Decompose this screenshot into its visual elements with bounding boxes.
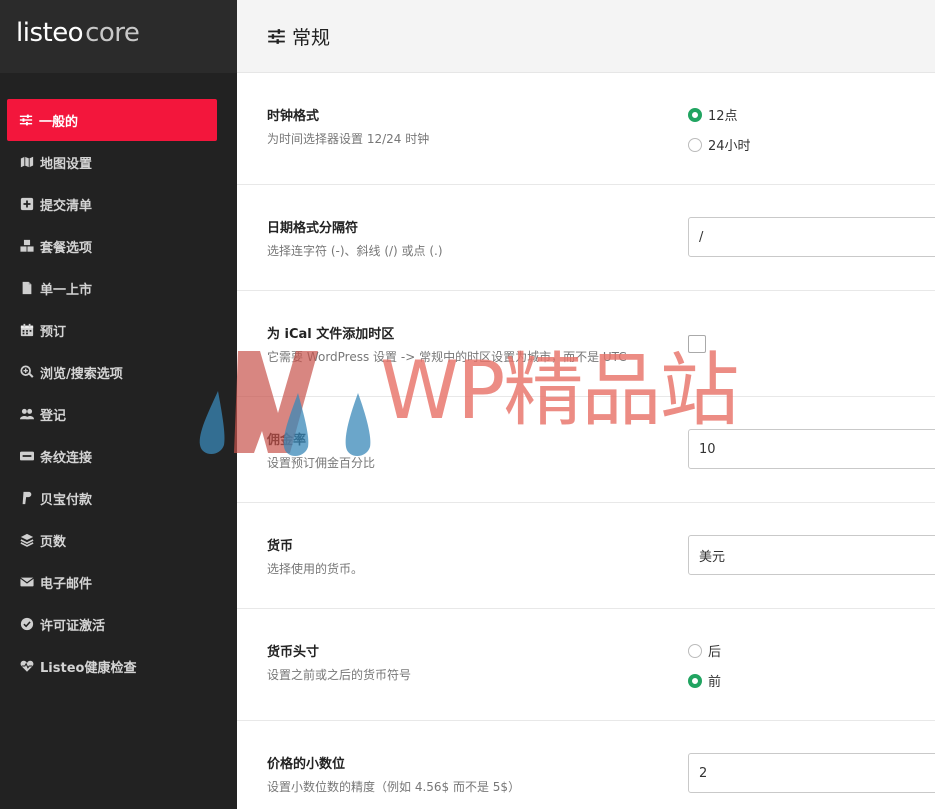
sidebar-item-label: 登记 xyxy=(40,408,67,424)
radio-24-hour[interactable]: 24小时 xyxy=(688,135,751,154)
sidebar-item-map-settings[interactable]: 地图设置 xyxy=(0,141,237,183)
sidebar-nav: 一般的 地图设置 提交清单 套餐选项 单一上市 预订 浏览/搜索选项 登记 条纹… xyxy=(0,99,237,687)
setting-currency-position: 货币头寸 设置之前或之后的货币符号 后 前 xyxy=(237,609,935,721)
plus-square-icon xyxy=(20,197,34,211)
sidebar-item-booking[interactable]: 预订 xyxy=(0,309,237,351)
radio-label: 后 xyxy=(708,645,722,660)
sidebar-item-label: 地图设置 xyxy=(40,156,93,172)
sidebar: listeocore 一般的 地图设置 提交清单 套餐选项 单一上市 预订 浏览… xyxy=(0,0,237,809)
sidebar-item-label: 提交清单 xyxy=(40,198,93,214)
layers-icon xyxy=(20,533,34,547)
cubes-icon xyxy=(20,239,34,253)
logo-bar: listeocore xyxy=(0,0,237,73)
setting-decimal-places: 价格的小数位 设置小数位数的精度（例如 4.56$ 而不是 5$） xyxy=(237,721,935,811)
sidebar-item-stripe-connect[interactable]: 条纹连接 xyxy=(0,435,237,477)
setting-label: 价格的小数位 xyxy=(267,757,346,772)
setting-currency: 货币 选择使用的货币。 xyxy=(237,503,935,609)
setting-description: 设置之前或之后的货币符号 xyxy=(267,668,412,682)
sidebar-item-general[interactable]: 一般的 xyxy=(7,99,217,141)
radio-currency-after[interactable]: 后 xyxy=(688,641,721,660)
sidebar-item-label: 预订 xyxy=(40,324,67,340)
sidebar-item-registration[interactable]: 登记 xyxy=(0,393,237,435)
sidebar-item-label: 单一上市 xyxy=(40,282,93,298)
check-circle-icon xyxy=(20,617,34,631)
commission-rate-input[interactable] xyxy=(688,429,935,469)
sidebar-item-label: 许可证激活 xyxy=(40,618,106,634)
setting-label: 时钟格式 xyxy=(267,109,320,124)
setting-ical-timezone: 为 iCal 文件添加时区 它需要 WordPress 设置 -> 常规中的时区… xyxy=(237,291,935,397)
logo[interactable]: listeocore xyxy=(16,18,140,48)
sidebar-item-paypal[interactable]: 贝宝付款 xyxy=(0,477,237,519)
sliders-icon xyxy=(19,113,33,127)
radio-label: 12点 xyxy=(708,109,738,124)
setting-clock-format: 时钟格式 为时间选择器设置 12/24 时钟 12点 24小时 xyxy=(237,73,935,185)
page-header: 常规 xyxy=(237,0,935,73)
sidebar-item-single-listing[interactable]: 单一上市 xyxy=(0,267,237,309)
sidebar-item-label: Listeo健康检查 xyxy=(40,660,137,676)
logo-primary: listeo xyxy=(16,18,84,48)
paypal-icon xyxy=(20,491,34,505)
radio-unchecked-indicator xyxy=(688,643,702,658)
sidebar-item-submit-listing[interactable]: 提交清单 xyxy=(0,183,237,225)
sidebar-item-health-check[interactable]: Listeo健康检查 xyxy=(0,645,237,687)
sidebar-item-browse-search[interactable]: 浏览/搜索选项 xyxy=(0,351,237,393)
envelope-icon xyxy=(20,575,34,589)
date-separator-input[interactable] xyxy=(688,217,935,257)
page-title-text: 常规 xyxy=(292,27,331,49)
setting-label: 佣金率 xyxy=(267,433,307,448)
sidebar-item-pages[interactable]: 页数 xyxy=(0,519,237,561)
setting-description: 选择连字符 (-)、斜线 (/) 或点 (.) xyxy=(267,244,443,258)
sidebar-item-label: 页数 xyxy=(40,534,67,550)
currency-select[interactable] xyxy=(688,535,935,575)
sidebar-item-email[interactable]: 电子邮件 xyxy=(0,561,237,603)
radio-checked-indicator xyxy=(688,107,702,122)
sidebar-item-label: 套餐选项 xyxy=(40,240,93,256)
calendar-icon xyxy=(20,323,34,337)
setting-date-separator: 日期格式分隔符 选择连字符 (-)、斜线 (/) 或点 (.) xyxy=(237,185,935,291)
sidebar-item-label: 一般的 xyxy=(39,114,79,130)
setting-description: 设置小数位数的精度（例如 4.56$ 而不是 5$） xyxy=(267,780,521,794)
users-icon xyxy=(20,407,34,421)
heartbeat-icon xyxy=(20,659,34,673)
setting-commission-rate: 佣金率 设置预订佣金百分比 xyxy=(237,397,935,503)
stripe-icon xyxy=(20,449,34,463)
setting-label: 货币头寸 xyxy=(267,645,320,660)
setting-label: 日期格式分隔符 xyxy=(267,221,359,236)
radio-12-hour[interactable]: 12点 xyxy=(688,105,738,124)
sidebar-item-license-activation[interactable]: 许可证激活 xyxy=(0,603,237,645)
setting-description: 它需要 WordPress 设置 -> 常规中的时区设置为城市，而不是 UTC xyxy=(267,350,627,364)
setting-description: 为时间选择器设置 12/24 时钟 xyxy=(267,132,430,146)
sidebar-item-label: 条纹连接 xyxy=(40,450,93,466)
radio-label: 24小时 xyxy=(708,139,751,154)
map-icon xyxy=(20,155,34,169)
radio-unchecked-indicator xyxy=(688,137,702,152)
decimal-places-input[interactable] xyxy=(688,753,935,793)
setting-label: 为 iCal 文件添加时区 xyxy=(267,327,395,342)
setting-description: 选择使用的货币。 xyxy=(267,562,364,576)
page-title: 常规 xyxy=(267,23,330,50)
file-icon xyxy=(20,281,34,295)
search-plus-icon xyxy=(20,365,34,379)
radio-checked-indicator xyxy=(688,673,702,688)
radio-label: 前 xyxy=(708,675,722,690)
settings-form: 时钟格式 为时间选择器设置 12/24 时钟 12点 24小时 日期格式分隔符 … xyxy=(237,73,935,811)
sidebar-item-label: 贝宝付款 xyxy=(40,492,93,508)
sidebar-item-package-options[interactable]: 套餐选项 xyxy=(0,225,237,267)
sidebar-item-label: 浏览/搜索选项 xyxy=(40,366,123,382)
setting-description: 设置预订佣金百分比 xyxy=(267,456,376,470)
setting-label: 货币 xyxy=(267,539,294,554)
ical-timezone-checkbox[interactable] xyxy=(688,335,706,353)
logo-secondary: core xyxy=(85,18,140,48)
sidebar-item-label: 电子邮件 xyxy=(40,576,93,592)
radio-currency-before[interactable]: 前 xyxy=(688,671,721,690)
sliders-icon xyxy=(268,29,285,44)
